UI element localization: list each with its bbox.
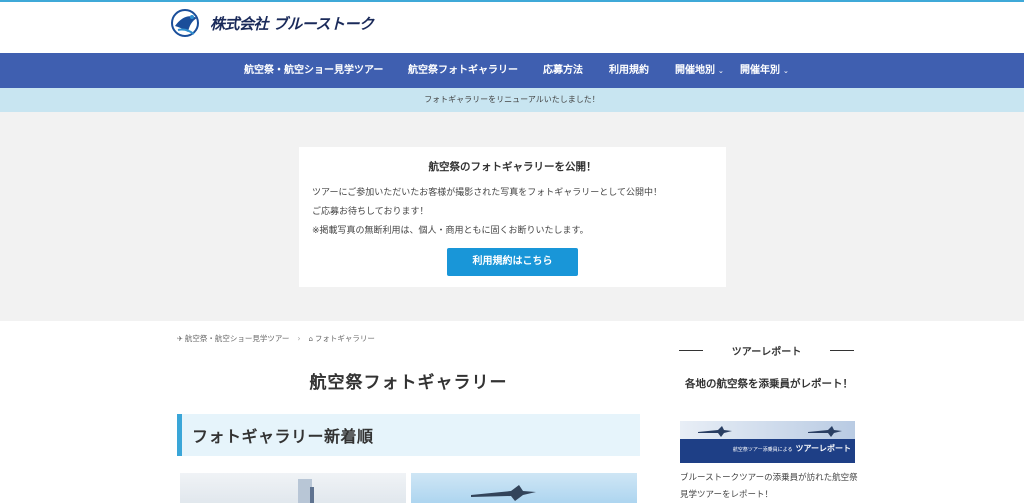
logo-text: 株式会社 ブルーストーク xyxy=(210,14,374,33)
aircraft-in-sky-image xyxy=(471,485,536,501)
breadcrumb-current: フォトギャラリー xyxy=(314,334,375,343)
announcement-line: ※掲載写真の無断利用は、個人・商用ともに固くお断りいたします。 xyxy=(312,226,589,236)
announcement-line: ツアーにご参加いただいたお客様が撮影された写真をフォトギャラリーとして公開中！ xyxy=(312,188,663,198)
chevron-down-icon: ⌄ xyxy=(783,67,789,75)
site-logo[interactable]: 株式会社 ブルーストーク xyxy=(170,8,374,38)
breadcrumb-link-tours[interactable]: 航空祭・航空ショー見学ツアー xyxy=(185,333,290,344)
breadcrumb-separator-icon: › xyxy=(297,334,301,343)
chevron-down-icon: ⌄ xyxy=(718,67,724,75)
nav-item-photo-gallery[interactable]: 航空祭フォトギャラリー xyxy=(408,53,518,88)
nav-item-airshow-tours[interactable]: 航空祭・航空ショー見学ツアー xyxy=(244,53,383,88)
nav-item-by-year[interactable]: 開催年別 ⌄ xyxy=(740,53,789,88)
main-content: ✈ 航空祭・航空ショー見学ツアー › ⌂ フォトギャラリー 航空祭フォトギャラリ… xyxy=(0,321,1024,503)
announcement-line: ご応募お待ちしております！ xyxy=(312,207,429,217)
banner-label: 航空祭ツアー添乗員による ツアーレポート xyxy=(733,443,851,454)
announcement-title: 航空祭のフォトギャラリーを公開！ xyxy=(428,161,597,173)
nav-item-terms[interactable]: 利用規約 xyxy=(609,53,649,88)
banner-sublabel: 航空祭ツアー添乗員による xyxy=(732,447,793,453)
gallery-thumbnail[interactable] xyxy=(180,473,406,503)
aircraft-tail-image xyxy=(298,479,314,503)
notice-text: フォトギャラリーをリニューアルいたしました！ xyxy=(424,95,600,104)
nav-item-how-to-apply[interactable]: 応募方法 xyxy=(543,53,583,88)
nav-item-label: 航空祭・航空ショー見学ツアー xyxy=(244,65,384,76)
nav-item-label: 利用規約 xyxy=(609,65,649,76)
sidebar-heading: ツアーレポート xyxy=(679,343,854,358)
page-title: 航空祭フォトギャラリー xyxy=(309,373,508,393)
main-nav: 航空祭・航空ショー見学ツアー 航空祭フォトギャラリー 応募方法 利用規約 開催地… xyxy=(0,53,1024,88)
tour-report-banner[interactable]: 航空祭ツアー添乗員による ツアーレポート xyxy=(680,421,855,463)
breadcrumb: ✈ 航空祭・航空ショー見学ツアー › ⌂ フォトギャラリー xyxy=(177,333,375,344)
sidebar-report-title[interactable]: 各地の航空祭を添乗員がレポート！ xyxy=(685,374,855,394)
site-header: 株式会社 ブルーストーク xyxy=(0,2,1024,53)
sidebar-report-description: ブルーストークツアーの添乗員が訪れた航空祭見学ツアーをレポート！ xyxy=(680,473,858,500)
nav-item-label: 航空祭フォトギャラリー xyxy=(408,65,518,76)
section-heading: フォトギャラリー新着順 xyxy=(177,414,640,456)
airplanes-icon xyxy=(698,426,842,437)
plane-icon: ✈ xyxy=(177,334,183,343)
nav-item-label: 開催年別 xyxy=(740,65,780,76)
terms-button[interactable]: 利用規約はこちら xyxy=(447,248,578,276)
sidebar-heading-text: ツアーレポート xyxy=(731,347,802,358)
stork-logo-icon xyxy=(171,9,199,37)
section-heading-text: フォトギャラリー新着順 xyxy=(192,427,374,446)
nav-item-by-location[interactable]: 開催地別 ⌄ xyxy=(675,53,724,88)
nav-item-label: 開催地別 xyxy=(675,65,715,76)
hero-section: 航空祭のフォトギャラリーを公開！ ツアーにご参加いただいたお客様が撮影された写真… xyxy=(0,112,1024,321)
nav-item-label: 応募方法 xyxy=(543,65,583,76)
banner-main-label: ツアーレポート xyxy=(795,444,851,453)
divider xyxy=(830,350,854,351)
gallery-thumbnail[interactable] xyxy=(411,473,637,503)
home-icon: ⌂ xyxy=(308,334,313,343)
notice-bar[interactable]: フォトギャラリーをリニューアルいたしました！ xyxy=(0,88,1024,112)
announcement-card: 航空祭のフォトギャラリーを公開！ ツアーにご参加いただいたお客様が撮影された写真… xyxy=(299,147,726,287)
